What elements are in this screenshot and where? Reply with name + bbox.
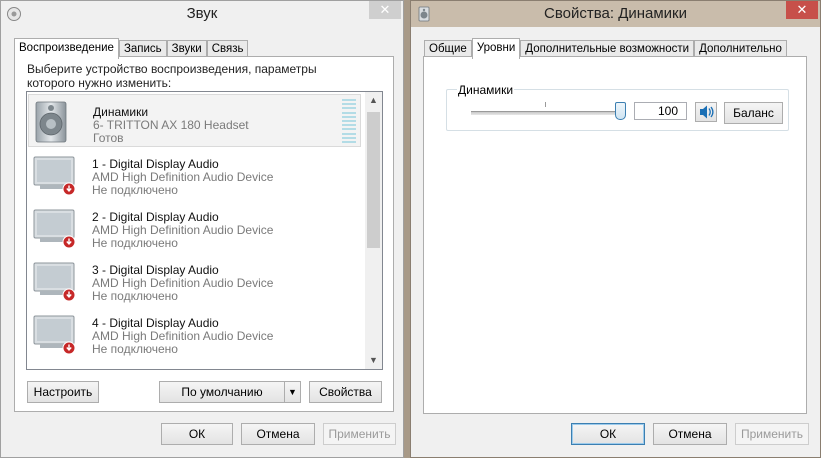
speaker-icon [35, 101, 67, 143]
monitor-icon [33, 315, 76, 355]
monitor-icon [33, 156, 76, 196]
apply-button[interactable]: Применить [735, 423, 809, 445]
chevron-down-icon[interactable]: ▼ [284, 382, 300, 402]
set-default-button[interactable]: По умолчанию ▼ [159, 381, 301, 403]
properties-window: Свойства: Динамики ✕ Общие Уровни Дополн… [410, 0, 821, 458]
volume-slider-track[interactable] [471, 111, 621, 115]
device-status: Не подключено [92, 342, 178, 356]
device-list-scrollbar[interactable]: ▲ ▼ [365, 92, 382, 369]
tab-levels[interactable]: Уровни [471, 38, 521, 59]
sound-titlebar[interactable]: Звук ✕ [1, 1, 403, 27]
monitor-icon [33, 262, 76, 302]
device-list[interactable]: Динамики 6- TRITTON AX 180 Headset Готов… [26, 91, 383, 370]
scrollbar-thumb[interactable] [367, 112, 380, 248]
list-item-device[interactable]: Динамики 6- TRITTON AX 180 Headset Готов [28, 94, 361, 147]
device-description: AMD High Definition Audio Device [92, 223, 274, 237]
device-properties-button[interactable]: Свойства [309, 381, 382, 403]
scroll-up-icon[interactable]: ▲ [365, 92, 382, 109]
monitor-icon [33, 209, 76, 249]
device-description: AMD High Definition Audio Device [92, 329, 274, 343]
device-status: Не подключено [92, 289, 178, 303]
volume-slider-thumb[interactable] [614, 102, 626, 120]
device-status: Готов [93, 131, 124, 145]
device-name: 4 - Digital Display Audio [92, 316, 219, 330]
level-group-label: Динамики [457, 83, 515, 97]
device-name: 2 - Digital Display Audio [92, 210, 219, 224]
properties-window-title: Свойства: Динамики [544, 5, 687, 22]
device-name: Динамики [93, 105, 149, 119]
device-description: AMD High Definition Audio Device [92, 170, 274, 184]
device-status: Не подключено [92, 236, 178, 250]
ok-button[interactable]: ОК [571, 423, 645, 445]
volume-meter [342, 99, 356, 143]
balance-button[interactable]: Баланс [724, 102, 783, 124]
cancel-button[interactable]: Отмена [653, 423, 727, 445]
properties-close-button[interactable]: ✕ [786, 1, 818, 19]
configure-button[interactable]: Настроить [27, 381, 99, 403]
sound-close-button[interactable]: ✕ [369, 1, 401, 19]
sound-window-title: Звук [186, 5, 218, 22]
device-name: 3 - Digital Display Audio [92, 263, 219, 277]
list-item-device[interactable]: 1 - Digital Display Audio AMD High Defin… [28, 147, 361, 200]
device-description: AMD High Definition Audio Device [92, 276, 274, 290]
set-default-label: По умолчанию [181, 385, 263, 399]
list-item-device[interactable]: 2 - Digital Display Audio AMD High Defin… [28, 200, 361, 253]
slider-tick [545, 102, 546, 107]
mute-button[interactable] [695, 102, 717, 122]
apply-button[interactable]: Применить [323, 423, 396, 445]
speaker-level-group: Динамики 100 Баланс [446, 83, 789, 131]
device-status: Не подключено [92, 183, 178, 197]
cancel-button[interactable]: Отмена [241, 423, 315, 445]
tab-playback[interactable]: Воспроизведение [14, 38, 119, 59]
device-description: 6- TRITTON AX 180 Headset [93, 118, 249, 132]
playback-description: Выберите устройство воспроизведения, пар… [27, 62, 317, 90]
scroll-down-icon[interactable]: ▼ [365, 352, 382, 369]
list-item-device[interactable]: 4 - Digital Display Audio AMD High Defin… [28, 306, 361, 359]
sound-tabs: Воспроизведение Запись Звуки Связь [14, 38, 249, 59]
sound-window: Звук ✕ Воспроизведение Запись Звуки Связ… [0, 0, 404, 458]
ok-button[interactable]: ОК [161, 423, 233, 445]
properties-titlebar[interactable]: Свойства: Динамики ✕ [411, 1, 820, 27]
device-name: 1 - Digital Display Audio [92, 157, 219, 171]
levels-panel: Динамики 100 Баланс [423, 56, 807, 414]
list-item-device[interactable]: 3 - Digital Display Audio AMD High Defin… [28, 253, 361, 306]
volume-level-input[interactable]: 100 [634, 102, 687, 120]
properties-tabs: Общие Уровни Дополнительные возможности … [424, 38, 787, 59]
volume-icon [700, 105, 714, 119]
